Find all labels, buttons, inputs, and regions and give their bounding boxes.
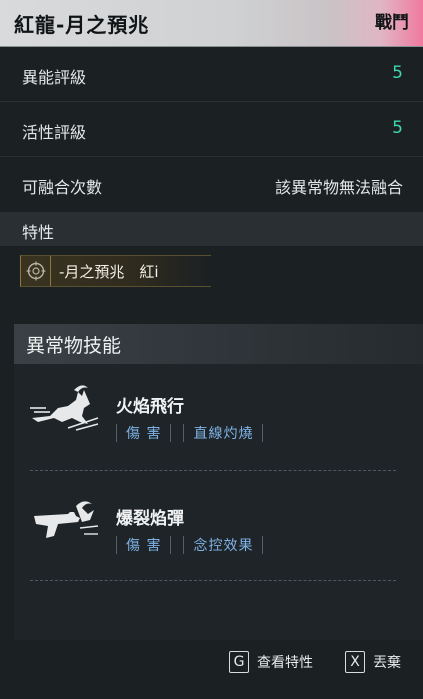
stat-label: 可融合次數 bbox=[22, 178, 103, 197]
stat-label: 異能評級 bbox=[22, 68, 87, 87]
stat-value: 5 bbox=[392, 63, 403, 83]
item-header: 紅龍-月之預兆 戰鬥 bbox=[0, 0, 423, 47]
skill-name: 火焰飛行 bbox=[116, 397, 184, 417]
crosshair-icon bbox=[21, 256, 51, 286]
skill-tag: 念控效果 bbox=[183, 535, 264, 555]
stat-row-ability-rating: 異能評級 5 bbox=[0, 47, 423, 102]
skill-tag: 直線灼燒 bbox=[183, 423, 264, 443]
item-category-tag: 戰鬥 bbox=[375, 13, 409, 33]
action-bar: G 查看特性 X 丟棄 bbox=[0, 640, 423, 699]
stat-row-fusion-count: 可融合次數 該異常物無法融合 bbox=[0, 157, 423, 211]
skill-tag: 傷 害 bbox=[116, 423, 172, 443]
discard-label: 丟棄 bbox=[373, 655, 401, 671]
skill-item: 火焰飛行 傷 害 直線灼燒 bbox=[14, 364, 423, 464]
skill-item: 爆裂焰彈 傷 害 念控效果 bbox=[14, 476, 423, 576]
anomaly-detail-panel: 紅龍-月之預兆 戰鬥 異能評級 5 活性評級 5 可融合次數 該異常物無法融合 … bbox=[0, 0, 423, 699]
view-traits-label: 查看特性 bbox=[257, 655, 313, 671]
skill-divider bbox=[30, 470, 396, 471]
traits-heading: 特性 bbox=[22, 223, 55, 242]
item-title: 紅龍-月之預兆 bbox=[14, 13, 150, 37]
stat-row-activity-rating: 活性評級 5 bbox=[0, 102, 423, 157]
key-x: X bbox=[345, 651, 365, 673]
trait-chip[interactable]: -月之預兆 紅i bbox=[20, 255, 211, 287]
goat-gun-icon bbox=[28, 490, 100, 546]
skills-list: 火焰飛行 傷 害 直線灼燒 爆裂焰彈 傷 害 念控效果 bbox=[14, 364, 423, 640]
traits-heading-bar: 特性 bbox=[0, 212, 423, 246]
goat-dash-icon bbox=[28, 378, 100, 434]
discard-button[interactable]: X 丟棄 bbox=[345, 651, 401, 673]
trait-name: -月之預兆 紅i bbox=[59, 263, 159, 281]
stat-value: 5 bbox=[392, 118, 403, 138]
skills-heading-bar: 異常物技能 bbox=[14, 324, 423, 364]
view-traits-button[interactable]: G 查看特性 bbox=[229, 651, 313, 673]
key-g: G bbox=[229, 651, 249, 673]
skills-heading: 異常物技能 bbox=[26, 335, 122, 357]
skill-tags: 傷 害 念控效果 bbox=[116, 534, 264, 556]
stat-value: 該異常物無法融合 bbox=[274, 178, 403, 197]
skill-tags: 傷 害 直線灼燒 bbox=[116, 422, 264, 444]
skill-tag: 傷 害 bbox=[116, 535, 172, 555]
skill-divider bbox=[30, 580, 396, 581]
stat-label: 活性評級 bbox=[22, 123, 87, 142]
skill-name: 爆裂焰彈 bbox=[116, 509, 184, 529]
